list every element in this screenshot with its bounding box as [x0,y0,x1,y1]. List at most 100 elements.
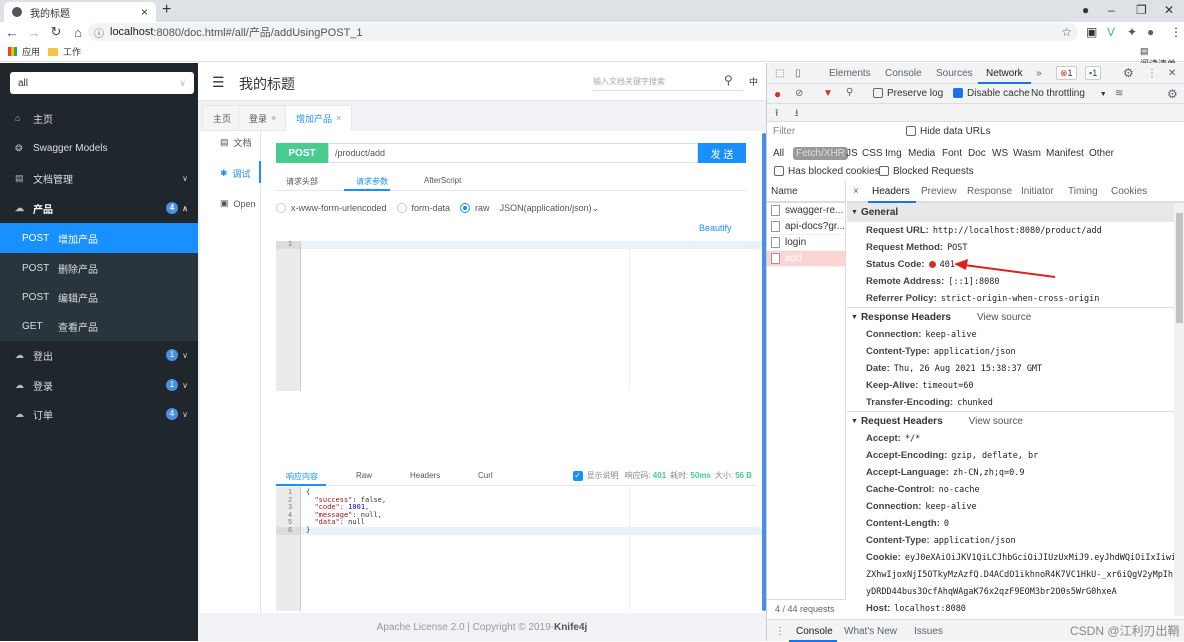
tab-initiator[interactable]: Initiator [1021,186,1054,197]
view-source-link[interactable]: View source [977,312,1031,323]
search-icon[interactable]: ⚲ [846,87,853,98]
sidebar-item-logout[interactable]: ☁ 登出 1 ∨ [0,340,198,370]
bookmark-apps[interactable]: 应用 [8,45,40,58]
new-tab-button[interactable]: + [162,1,171,19]
close-icon[interactable]: × [336,113,341,123]
preserve-log-checkbox[interactable]: Preserve log [873,88,943,99]
filter-js[interactable]: JS [846,148,858,159]
close-tab-icon[interactable]: × [141,5,148,19]
disable-cache-checkbox[interactable]: Disable cache [953,88,1030,99]
tab-login[interactable]: 登录 × [238,105,288,131]
profile-dot-icon[interactable]: ● [1082,3,1089,17]
forward-icon[interactable]: → [24,25,44,40]
browser-tab[interactable]: 我的标题 × [4,2,156,22]
tab-elements[interactable]: Elements [829,68,871,79]
scrollbar-thumb[interactable] [1176,213,1183,323]
network-settings-icon[interactable]: ⚙ [1167,87,1178,101]
tab-afterscript[interactable]: AfterScript [424,176,461,185]
minimize-button[interactable]: – [1108,3,1115,17]
request-row[interactable]: api-docs?gr... [767,219,845,235]
sidebar-api-add-product[interactable]: POST 增加产品 [0,223,198,253]
tab-timing[interactable]: Timing [1068,186,1098,197]
settings-icon[interactable]: ⚙ [1123,66,1134,80]
scrollbar[interactable] [1174,203,1184,616]
request-body-editor[interactable]: 1 [276,241,762,391]
filter-all[interactable]: All [773,148,784,159]
extension-icon[interactable]: ▣ [1086,25,1097,39]
restore-button[interactable]: ❐ [1136,3,1147,17]
puzzle-icon[interactable]: ✦ [1127,25,1137,39]
reload-icon[interactable]: ↻ [46,24,66,40]
radio-raw[interactable]: raw [460,203,490,213]
import-har-icon[interactable]: ⭱ [775,106,779,123]
home-icon[interactable]: ⌂ [68,25,88,40]
radio-form-data[interactable]: form-data [396,203,450,213]
request-row[interactable]: login [767,235,845,251]
tab-issues[interactable]: Issues [914,626,943,637]
sidebar-item-doc-manage[interactable]: ▤ 文档管理 ∨ [0,163,198,193]
filter-wasm[interactable]: Wasm [1013,148,1041,159]
bookmark-star-icon[interactable]: ☆ [1061,25,1072,39]
filter-media[interactable]: Media [908,148,935,159]
tab-home[interactable]: 主页 [202,105,243,131]
filter-doc[interactable]: Doc [968,148,986,159]
back-icon[interactable]: ← [2,25,22,40]
request-row-selected[interactable]: add [767,251,845,267]
tab-request-headers[interactable]: 请求头部 [286,176,318,187]
left-tab-open[interactable]: ▣ Open [220,198,256,209]
errors-badge[interactable]: ⊗ 1 [1056,66,1077,80]
tab-network[interactable]: Network [986,68,1023,79]
sidebar-item-product[interactable]: ☁ 产品 4 ∧ [0,193,198,223]
raw-type-select[interactable]: JSON(application/json) ⌄ [500,203,600,214]
radio-urlencoded[interactable]: x-www-form-urlencoded [276,203,387,213]
filter-img[interactable]: Img [885,148,902,159]
sidebar-api-view-product[interactable]: GET 查看产品 [0,311,198,341]
filter-icon[interactable]: ▼ [823,88,833,99]
general-section-header[interactable]: ▼ General [847,203,1174,222]
tab-headers[interactable]: Headers [410,471,440,480]
name-column-header[interactable]: Name [767,181,845,203]
show-desc-checkbox[interactable]: ✓ [572,470,583,481]
language-toggle[interactable]: 中 [749,75,758,88]
view-source-link[interactable]: View source [969,416,1023,427]
left-tab-debug[interactable]: ✱ 调试 [220,167,251,180]
vue-devtools-icon[interactable]: V [1107,25,1115,39]
response-headers-section[interactable]: ▼ Response Headers View source [847,307,1174,326]
export-har-icon[interactable]: ⭳ [795,106,799,123]
blocked-cookies-checkbox[interactable]: Has blocked cookies [774,166,880,177]
tab-curl[interactable]: Curl [478,471,493,480]
filter-font[interactable]: Font [942,148,962,159]
filter-input[interactable]: Filter [771,126,897,140]
url-input[interactable]: ⓘ localhost:8080/doc.html#/all/产品/addUsi… [88,23,1078,41]
url-field[interactable]: /product/add [328,143,698,163]
request-row[interactable]: swagger-re... [767,203,845,219]
bookmark-work[interactable]: 工作 [48,45,81,58]
close-icon[interactable]: × [271,113,276,123]
drawer-menu-icon[interactable]: ⋮ [775,626,785,637]
left-tab-doc[interactable]: ▤ 文档 [220,136,252,149]
more-icon[interactable]: ⋮ [1170,25,1182,39]
beautify-link[interactable]: Beautify [699,223,732,233]
record-icon[interactable]: ● [774,87,781,101]
tab-response-content[interactable]: 响应内容 [286,471,318,482]
group-select[interactable]: all ∨ [10,72,194,94]
more-tabs-button[interactable]: » [1036,68,1042,79]
close-devtools-icon[interactable]: ✕ [1168,68,1176,79]
response-body-editor[interactable]: 1 2 3 4 5 6 { "success": false, "code": … [276,487,762,611]
clear-icon[interactable]: ⊘ [795,88,803,99]
device-toolbar-icon[interactable]: ▯ [795,68,801,79]
request-headers-section[interactable]: ▼ Request Headers View source [847,411,1174,430]
tab-whats-new[interactable]: What's New [844,626,897,637]
sidebar-item-login[interactable]: ☁ 登录 1 ∨ [0,370,198,400]
sidebar-item-swagger-models[interactable]: ❂ Swagger Models [0,133,198,163]
inspect-icon[interactable]: ⬚ [775,68,784,79]
tab-console[interactable]: Console [885,68,922,79]
filter-fetch-xhr[interactable]: Fetch/XHR [793,147,848,160]
search-input[interactable]: 输入文档关键字搜索 [593,73,743,91]
close-window-button[interactable]: ✕ [1164,3,1174,17]
profile-icon[interactable]: ● [1147,25,1154,39]
filter-manifest[interactable]: Manifest [1046,148,1084,159]
menu-toggle-icon[interactable]: ☰ [212,74,225,91]
tab-headers[interactable]: Headers [872,186,910,197]
tab-preview[interactable]: Preview [921,186,957,197]
